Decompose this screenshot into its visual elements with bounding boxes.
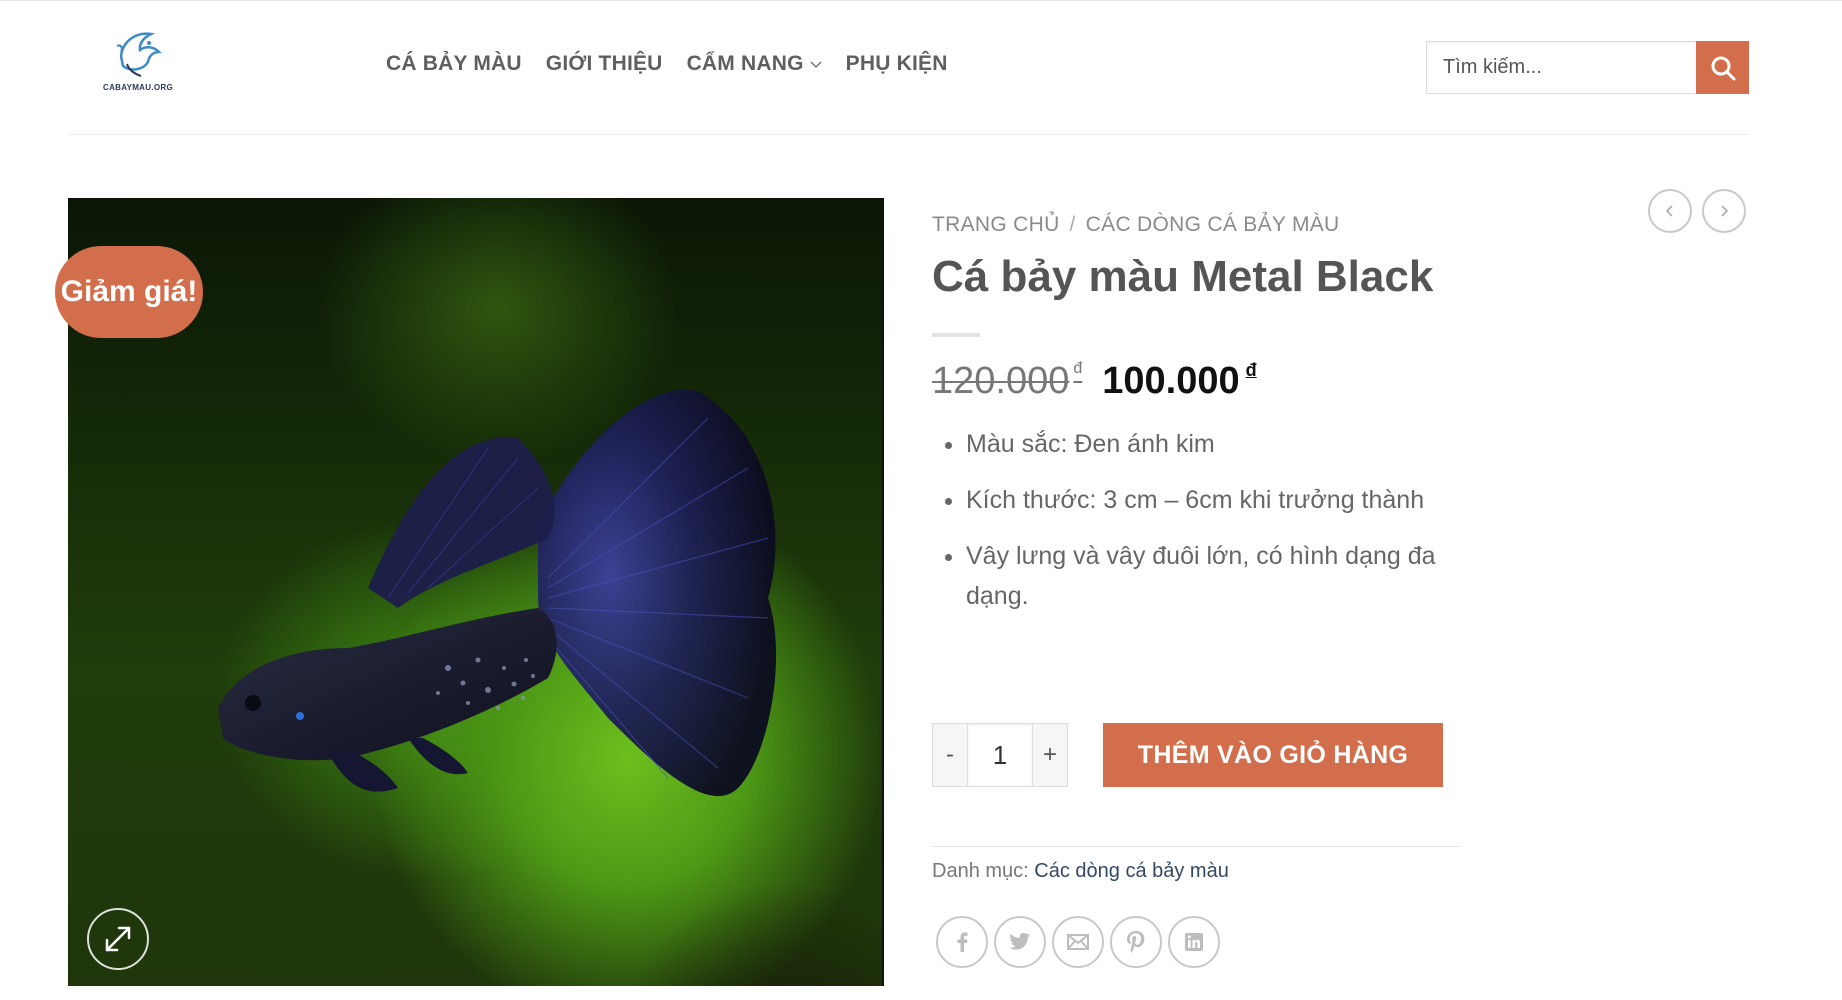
share-twitter-button[interactable]: [994, 916, 1046, 968]
previous-product-button[interactable]: [1648, 189, 1692, 233]
breadcrumb-separator: /: [1069, 213, 1076, 236]
quantity-plus-button[interactable]: +: [1032, 723, 1068, 787]
site-logo[interactable]: CABAYMAU.ORG: [96, 26, 180, 98]
breadcrumb-home[interactable]: TRANG CHỦ: [932, 213, 1060, 237]
chevron-down-icon: [810, 61, 822, 69]
share-email-button[interactable]: [1052, 916, 1104, 968]
feature-item: Vây lưng và vây đuôi lớn, có hình dạng đ…: [966, 536, 1446, 616]
expand-icon: [105, 926, 131, 952]
quantity-stepper: - +: [932, 723, 1068, 787]
nav-item-gioi-thieu[interactable]: GIỚI THIỆU: [546, 52, 663, 76]
top-border: [0, 0, 1842, 1]
product-nav-arrows: [1648, 189, 1746, 233]
email-icon: [1067, 934, 1089, 950]
sale-price: 100.000 đ: [1102, 360, 1256, 403]
share-facebook-button[interactable]: [936, 916, 988, 968]
nav-item-cam-nang-label: CẨM NANG: [686, 52, 804, 75]
search-input[interactable]: [1426, 41, 1696, 94]
old-price-currency: đ: [1073, 360, 1083, 377]
quantity-input[interactable]: [968, 723, 1032, 787]
price-row: 120.000 đ 100.000 đ: [932, 360, 1257, 403]
linkedin-icon: [1185, 933, 1203, 951]
pinterest-icon: [1127, 931, 1145, 953]
sale-price-value: 100.000: [1102, 360, 1240, 402]
add-to-cart-button[interactable]: THÊM VÀO GIỎ HÀNG: [1103, 723, 1443, 787]
chevron-right-icon: [1721, 205, 1729, 217]
share-icons: [936, 916, 1220, 968]
zoom-button[interactable]: [87, 908, 149, 970]
fish-logo-icon: [116, 32, 163, 77]
feature-item: Kích thước: 3 cm – 6cm khi trưởng thành: [966, 480, 1446, 520]
image-edge: [882, 198, 884, 986]
sale-badge: Giảm giá!: [55, 246, 203, 338]
quantity-minus-button[interactable]: -: [932, 723, 968, 787]
old-price: 120.000 đ: [932, 360, 1082, 403]
product-category-meta: Danh mục: Các dòng cá bảy màu: [932, 860, 1229, 883]
next-product-button[interactable]: [1702, 189, 1746, 233]
old-price-value: 120.000: [932, 360, 1070, 402]
logo-text: CABAYMAU.ORG: [103, 83, 173, 92]
meta-divider: [932, 846, 1460, 847]
sale-price-currency: đ: [1245, 360, 1257, 380]
search-button[interactable]: [1696, 41, 1749, 94]
facebook-icon: [957, 932, 968, 952]
category-link[interactable]: Các dòng cá bảy màu: [1034, 860, 1229, 882]
product-title: Cá bảy màu Metal Black: [932, 252, 1434, 301]
category-label: Danh mục:: [932, 860, 1029, 882]
breadcrumb-category[interactable]: CÁC DÒNG CÁ BẢY MÀU: [1086, 213, 1340, 237]
search-form: [1426, 41, 1749, 94]
nav-item-ca-bay-mau[interactable]: CÁ BẢY MÀU: [386, 52, 522, 76]
twitter-icon: [1009, 933, 1030, 950]
nav-item-phu-kien[interactable]: PHỤ KIỆN: [846, 52, 948, 76]
search-icon: [1711, 56, 1735, 80]
share-linkedin-button[interactable]: [1168, 916, 1220, 968]
feature-item: Màu sắc: Đen ánh kim: [966, 424, 1446, 464]
title-divider: [932, 333, 980, 337]
main-nav: CÁ BẢY MÀU GIỚI THIỆU CẨM NANG PHỤ KIỆN: [386, 52, 948, 76]
breadcrumb: TRANG CHỦ / CÁC DÒNG CÁ BẢY MÀU: [932, 213, 1340, 237]
chevron-left-icon: [1665, 205, 1673, 217]
header-divider: [68, 134, 1749, 135]
nav-item-cam-nang[interactable]: CẨM NANG: [687, 52, 822, 76]
share-pinterest-button[interactable]: [1110, 916, 1162, 968]
feature-list: Màu sắc: Đen ánh kim Kích thước: 3 cm – …: [966, 424, 1446, 632]
